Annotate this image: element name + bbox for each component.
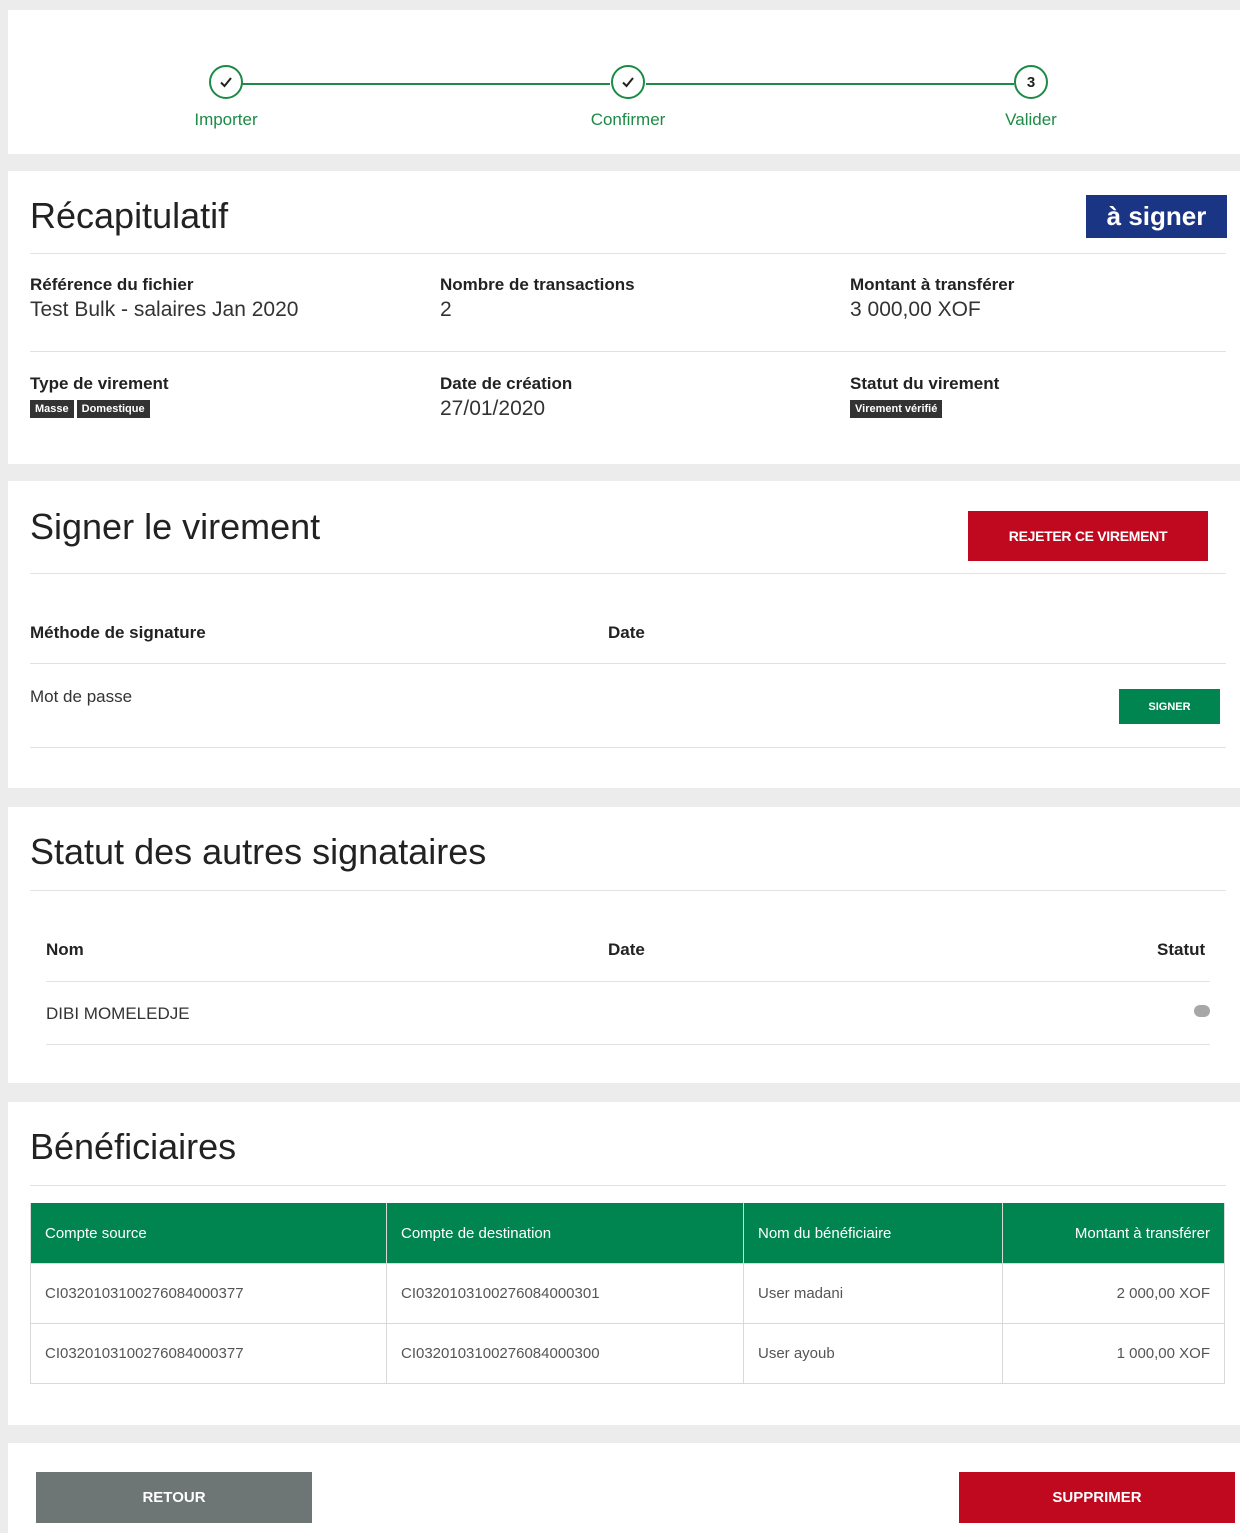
table-header-row: Compte source Compte de destination Nom …	[30, 1203, 1225, 1264]
divider	[30, 890, 1226, 891]
progress-stepper: Importer Confirmer 3 Valider	[8, 10, 1240, 154]
footer-actions: RETOUR SUPPRIMER	[8, 1443, 1240, 1533]
divider	[30, 663, 1226, 664]
sign-button[interactable]: SIGNER	[1119, 689, 1220, 724]
section-title: Statut des autres signataires	[30, 831, 487, 872]
delete-button[interactable]: SUPPRIMER	[959, 1472, 1235, 1523]
transfer-status: Statut du virement Virement vérifié	[850, 374, 999, 418]
source-account: CI0320103100276084000377	[30, 1323, 387, 1384]
creation-date: Date de création 27/01/2020	[440, 374, 573, 420]
column-header-source: Compte source	[30, 1203, 387, 1264]
step-number: 3	[1014, 65, 1048, 99]
column-header-beneficiary: Nom du bénéficiaire	[743, 1203, 1003, 1264]
step-label: Importer	[194, 110, 258, 129]
column-header-date: Date	[608, 623, 645, 642]
status-dot-icon	[1194, 1005, 1210, 1017]
step-label: Valider	[1005, 110, 1057, 129]
transaction-count: Nombre de transactions 2	[440, 275, 635, 321]
reject-transfer-button[interactable]: REJETER CE VIREMENT	[968, 511, 1208, 561]
check-icon	[209, 65, 243, 99]
signature-method: Mot de passe	[30, 687, 133, 706]
divider	[30, 747, 1226, 748]
divider	[30, 573, 1226, 574]
beneficiaries-table: Compte source Compte de destination Nom …	[30, 1203, 1225, 1384]
step-valider[interactable]: 3 Valider	[931, 65, 1131, 130]
divider	[30, 351, 1226, 352]
check-icon	[611, 65, 645, 99]
beneficiary-name: User madani	[743, 1263, 1003, 1324]
signatory-name: DIBI MOMELEDJE	[46, 1004, 190, 1023]
destination-account: CI0320103100276084000300	[386, 1323, 744, 1384]
tag-domestique: Domestique	[76, 400, 150, 418]
destination-account: CI0320103100276084000301	[386, 1263, 744, 1324]
status-badge: à signer	[1086, 195, 1227, 238]
sign-section: Signer le virement REJETER CE VIREMENT M…	[8, 481, 1240, 788]
table-row: CI0320103100276084000377 CI0320103100276…	[30, 1263, 1225, 1324]
other-signatories-section: Statut des autres signataires Nom Date S…	[8, 807, 1240, 1083]
column-header-destination: Compte de destination	[386, 1203, 744, 1264]
column-header-date: Date	[608, 940, 645, 959]
beneficiaries-section: Bénéficiaires Compte source Compte de de…	[8, 1102, 1240, 1425]
step-confirmer[interactable]: Confirmer	[528, 65, 728, 130]
row-amount: 1 000,00 XOF	[1002, 1323, 1225, 1384]
file-reference: Référence du fichier Test Bulk - salaire…	[30, 275, 299, 321]
column-header-status: Statut	[1157, 940, 1206, 959]
section-title: Bénéficiaires	[30, 1126, 237, 1167]
source-account: CI0320103100276084000377	[30, 1263, 387, 1324]
divider	[46, 981, 1210, 982]
back-button[interactable]: RETOUR	[36, 1472, 312, 1523]
divider	[46, 1044, 1210, 1045]
tag-verified: Virement vérifié	[850, 400, 943, 418]
transfer-amount: Montant à transférer 3 000,00 XOF	[850, 275, 1015, 321]
page: Importer Confirmer 3 Valider Récapitulat…	[0, 0, 1240, 1533]
beneficiary-name: User ayoub	[743, 1323, 1003, 1384]
table-row: CI0320103100276084000377 CI0320103100276…	[30, 1323, 1225, 1384]
section-title: Signer le virement	[30, 506, 321, 547]
transfer-type: Type de virement Masse Domestique	[30, 374, 169, 418]
column-header-amount: Montant à transférer	[1002, 1203, 1225, 1264]
column-header-method: Méthode de signature	[30, 623, 206, 642]
divider	[30, 253, 1226, 254]
recap-section: Récapitulatif à signer Référence du fich…	[8, 171, 1240, 464]
step-label: Confirmer	[590, 110, 666, 129]
step-importer[interactable]: Importer	[126, 65, 326, 130]
tag-masse: Masse	[30, 400, 74, 418]
row-amount: 2 000,00 XOF	[1002, 1263, 1225, 1324]
section-title: Récapitulatif	[30, 195, 229, 236]
column-header-name: Nom	[46, 940, 84, 959]
divider	[30, 1185, 1226, 1186]
